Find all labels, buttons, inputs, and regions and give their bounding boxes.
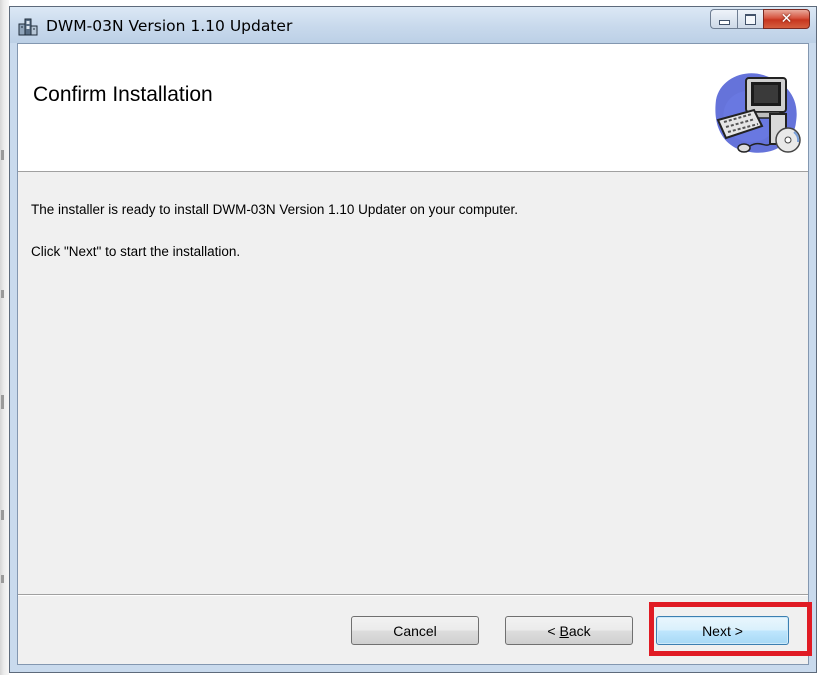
title-bar[interactable]: DWM-03N Version 1.10 Updater ✕ <box>10 7 816 43</box>
footer-divider <box>18 594 808 596</box>
cancel-button[interactable]: Cancel <box>351 616 479 645</box>
window-title: DWM-03N Version 1.10 Updater <box>46 17 293 35</box>
instruction-message: Click "Next" to start the installation. <box>31 244 241 259</box>
back-button[interactable]: < Back <box>505 616 633 645</box>
installer-package-icon[interactable] <box>18 17 38 37</box>
edge-mark <box>1 510 4 520</box>
close-button[interactable]: ✕ <box>763 9 810 29</box>
edge-mark <box>1 575 4 583</box>
back-button-prefix: < <box>547 622 560 639</box>
edge-mark <box>1 290 4 298</box>
minimize-icon <box>718 20 730 25</box>
desktop-edge <box>0 0 9 675</box>
page-title: Confirm Installation <box>33 83 213 106</box>
edge-mark <box>1 395 4 409</box>
header-banner: Confirm Installation <box>18 44 808 172</box>
ready-message: The installer is ready to install DWM-03… <box>31 202 518 217</box>
next-button-highlight <box>649 602 812 656</box>
back-button-mnemonic: B <box>559 622 569 639</box>
minimize-button[interactable] <box>710 9 737 29</box>
back-button-label: ack <box>568 622 591 639</box>
caption-buttons: ✕ <box>710 9 810 31</box>
installer-window: DWM-03N Version 1.10 Updater ✕ Confirm I… <box>9 6 817 673</box>
edge-mark <box>1 150 4 160</box>
close-icon: ✕ <box>780 11 793 27</box>
computer-setup-icon <box>715 73 801 153</box>
dialog-client-area: Confirm Installation The installer is re… <box>17 43 809 665</box>
maximize-button[interactable] <box>737 9 763 29</box>
maximize-icon <box>745 13 756 25</box>
